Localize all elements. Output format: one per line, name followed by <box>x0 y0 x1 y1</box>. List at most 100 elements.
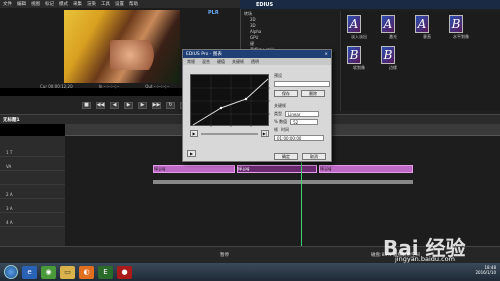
media-icon[interactable]: ◉ <box>41 265 56 279</box>
graph-slider[interactable] <box>201 132 258 135</box>
effect-label: 软划像 <box>353 65 365 70</box>
menu-item[interactable]: 采集 <box>73 1 82 7</box>
effect-thumb: B <box>381 46 395 64</box>
dialog-tab[interactable]: 键值 <box>217 59 225 65</box>
next-icon[interactable]: ▶| <box>261 130 269 137</box>
rewind-icon[interactable]: ◀◀ <box>96 101 105 109</box>
taskbar: e ◉ ▭ ◐ E ● <box>0 263 500 281</box>
effect-thumb: A <box>347 15 361 33</box>
effect-label: 激光 <box>389 34 397 39</box>
effect-label: 垂直 <box>423 34 431 39</box>
track-header[interactable]: VA <box>0 162 65 171</box>
effect-label: 边缘 <box>389 65 397 70</box>
menu-item[interactable]: 模式 <box>59 1 68 7</box>
firefox-icon[interactable]: ◐ <box>79 265 94 279</box>
dialog-tab[interactable]: 常规 <box>187 59 195 65</box>
dialog-tab[interactable]: 混合 <box>202 59 210 65</box>
effect-thumb: A <box>381 15 395 33</box>
play-icon[interactable]: ▶ <box>124 101 133 109</box>
folder-icon[interactable]: ▭ <box>60 265 75 279</box>
effect-thumb: A <box>415 15 429 33</box>
cur-timecode: Cur 00:00:12;20 <box>40 84 73 89</box>
keyframe-point[interactable] <box>219 106 223 110</box>
effect-item[interactable]: B 边缘 <box>381 46 405 71</box>
dialog-tab[interactable]: 透明 <box>251 59 259 65</box>
save-button[interactable]: 保存 <box>274 90 298 97</box>
track-header[interactable]: 1 T <box>0 148 65 157</box>
effect-item[interactable]: A 激光 <box>381 15 405 40</box>
menu-item[interactable]: 视图 <box>31 1 40 7</box>
monitor-mode-label[interactable]: PLR <box>208 10 219 16</box>
bin-title: EDIUS <box>256 1 274 8</box>
preset-select[interactable] <box>274 81 330 87</box>
dialog-titlebar: EDIUS Pro - 图表 × <box>183 50 331 58</box>
keyframe-point[interactable] <box>244 97 248 101</box>
preset-label: 预设 <box>274 73 282 78</box>
loop-icon[interactable]: ↻ <box>166 101 175 109</box>
watermark-url: jingyan.baidu.com <box>395 255 455 263</box>
keyframe-label: 关键帧 <box>274 103 286 108</box>
close-icon[interactable]: × <box>324 52 328 57</box>
percent-field[interactable]: 52 <box>290 119 319 125</box>
graph-controls: ▶ ▶| <box>190 130 269 137</box>
delete-button[interactable]: 删除 <box>301 90 325 97</box>
clip[interactable]: 绿.jpg <box>319 165 413 173</box>
effect-thumbnails: A 淡入淡出 A 激光 A 垂直 B 水平划像 B 软划像 B 边缘 <box>340 11 500 111</box>
play-icon[interactable]: ▶ <box>190 130 198 137</box>
ie-icon[interactable]: e <box>22 265 37 279</box>
video-subject <box>110 40 160 70</box>
start-button[interactable] <box>4 265 18 279</box>
time-field[interactable]: 01:00:00:00 <box>274 135 324 141</box>
track-header[interactable]: 4 A <box>0 218 65 227</box>
step-forward-icon[interactable]: ▶ <box>138 101 147 109</box>
menu-item[interactable]: 帮助 <box>129 1 138 7</box>
menubar: 文件 编辑 视图 标记 模式 采集 渲染 工具 设置 帮助 <box>0 0 240 8</box>
curve <box>191 75 270 127</box>
clock-date: 2016/1/10 <box>475 270 496 275</box>
dialog-settings: 预设 保存 删除 关键帧 类型 Linear % 数值 52 帧 时间 01:0… <box>274 73 330 160</box>
effect-item[interactable]: B 软划像 <box>347 46 371 71</box>
step-back-icon[interactable]: ◀ <box>110 101 119 109</box>
menu-item[interactable]: 设置 <box>115 1 124 7</box>
out-timecode: Out --:--:--;-- <box>145 84 170 89</box>
clip-label: 绿.jpg <box>238 166 250 171</box>
clip[interactable]: 绿.jpg <box>153 165 235 173</box>
bin-titlebar: EDIUS <box>240 0 500 9</box>
cancel-button[interactable]: 取消 <box>302 153 326 160</box>
effect-item[interactable]: A 垂直 <box>415 15 439 40</box>
menu-item[interactable]: 文件 <box>3 1 12 7</box>
type-label: 类型 <box>274 111 282 116</box>
dialog-tab[interactable]: 关键帧 <box>232 59 244 65</box>
menu-item[interactable]: 渲染 <box>87 1 96 7</box>
menu-item[interactable]: 标记 <box>45 1 54 7</box>
menu-item[interactable]: 编辑 <box>17 1 26 7</box>
in-timecode: In --:--:--;-- <box>98 84 120 89</box>
effect-label: 水平划像 <box>453 34 469 39</box>
track-headers: 1 T VA 2 A 3 A 4 A <box>0 136 65 246</box>
clip-label: 绿.jpg <box>154 166 166 171</box>
timeline-title: 无标题1 <box>3 117 20 123</box>
effect-thumb: B <box>347 46 361 64</box>
type-select[interactable]: Linear <box>285 111 319 117</box>
edius-taskbar-icon[interactable]: E <box>98 265 113 279</box>
ok-button[interactable]: 确定 <box>274 153 298 160</box>
fast-forward-icon[interactable]: ▶▶ <box>152 101 161 109</box>
percent-label: % 数值 <box>274 119 288 124</box>
status-left: 暂停 <box>220 253 229 258</box>
graph-dialog: EDIUS Pro - 图表 × 常规 混合 键值 关键帧 透明 ▶ ▶| ▶ 预设 保… <box>182 49 332 162</box>
menu-item[interactable]: 工具 <box>101 1 110 7</box>
track-header[interactable] <box>0 176 65 185</box>
track-header[interactable]: 3 A <box>0 204 65 213</box>
effect-item[interactable]: A 淡入淡出 <box>347 15 371 40</box>
clip-label: 绿.jpg <box>320 166 332 171</box>
system-clock: 18:48 2016/1/10 <box>475 265 496 275</box>
dialog-tabs: 常规 混合 键值 关键帧 透明 <box>183 58 331 65</box>
expand-icon[interactable]: ▶ <box>187 150 196 157</box>
keyframe-graph[interactable] <box>190 74 270 127</box>
stop-icon[interactable]: ■ <box>82 101 91 109</box>
frame-label: 帧 <box>274 127 278 132</box>
record-icon[interactable]: ● <box>117 265 132 279</box>
clip-transition[interactable]: 绿.jpg <box>237 165 317 173</box>
track-header[interactable]: 2 A <box>0 190 65 199</box>
effect-item[interactable]: B 水平划像 <box>449 15 473 40</box>
